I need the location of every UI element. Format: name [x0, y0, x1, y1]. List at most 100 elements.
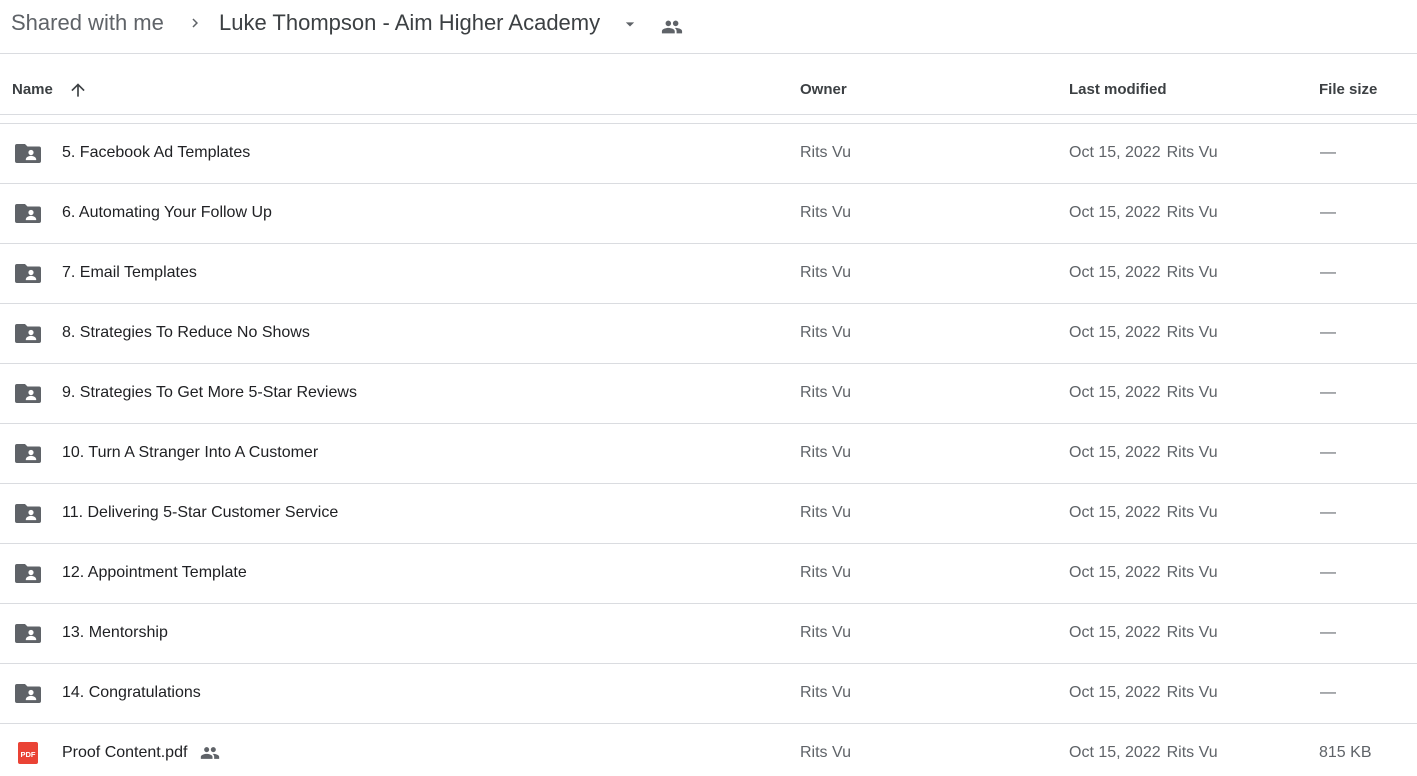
file-last-modified: Oct 15, 2022 Rits Vu [1069, 684, 1218, 702]
modified-date: Oct 15, 2022 [1069, 144, 1161, 161]
table-row[interactable]: 6. Automating Your Follow Up Rits Vu Oct 1… [0, 184, 1417, 244]
file-last-modified: Oct 15, 2022 Rits Vu [1069, 444, 1218, 462]
modified-by: Rits Vu [1166, 444, 1218, 461]
modified-date: Oct 15, 2022 [1069, 504, 1161, 521]
shared-folder-icon [15, 141, 41, 165]
file-name[interactable]: 12. Appointment Template [62, 564, 247, 582]
table-row[interactable]: 10. Turn A Stranger Into A Customer Rits … [0, 424, 1417, 484]
modified-date: Oct 15, 2022 [1069, 264, 1161, 281]
people-icon [661, 20, 683, 34]
modified-date: Oct 15, 2022 [1069, 684, 1161, 701]
modified-date: Oct 15, 2022 [1069, 744, 1161, 761]
file-name[interactable]: 10. Turn A Stranger Into A Customer [62, 444, 318, 462]
file-owner: Rits Vu [800, 744, 851, 761]
file-last-modified: Oct 15, 2022 Rits Vu [1069, 384, 1218, 402]
file-owner: Rits Vu [800, 624, 851, 641]
table-row[interactable]: 11. Delivering 5-Star Customer Service Ri… [0, 484, 1417, 544]
modified-date: Oct 15, 2022 [1069, 204, 1161, 221]
file-size: — [1320, 684, 1336, 701]
file-list: 5. Facebook Ad Templates Rits Vu Oct 15, 2… [0, 124, 1417, 776]
file-name[interactable]: 13. Mentorship [62, 624, 168, 642]
file-last-modified: Oct 15, 2022 Rits Vu [1069, 144, 1218, 162]
breadcrumb: Shared with me Luke Thompson - Aim Highe… [0, 0, 1417, 54]
file-last-modified: Oct 15, 2022 Rits Vu [1069, 504, 1218, 522]
modified-by: Rits Vu [1166, 264, 1218, 281]
table-row[interactable]: 14. Congratulations Rits Vu Oct 15, 2022 Ri… [0, 664, 1417, 724]
file-size: — [1320, 264, 1336, 281]
arrow-up-icon[interactable] [68, 80, 88, 100]
file-size: — [1320, 504, 1336, 521]
modified-date: Oct 15, 2022 [1069, 324, 1161, 341]
file-name[interactable]: 5. Facebook Ad Templates [62, 144, 250, 162]
file-name[interactable]: 7. Email Templates [62, 264, 197, 282]
pdf-badge-label: PDF [21, 750, 36, 759]
file-size: — [1320, 624, 1336, 641]
file-size: — [1320, 144, 1336, 161]
file-name[interactable]: 11. Delivering 5-Star Customer Service [62, 504, 338, 522]
file-size: — [1320, 204, 1336, 221]
drive-file-list-page: Shared with me Luke Thompson - Aim Highe… [0, 0, 1417, 776]
modified-by: Rits Vu [1166, 744, 1218, 761]
table-row[interactable]: PDF Proof Content.pdf Rits Vu Oct 15, 2022 R… [0, 724, 1417, 776]
file-owner: Rits Vu [800, 564, 851, 581]
shared-folder-icon [15, 561, 41, 585]
modified-by: Rits Vu [1166, 384, 1218, 401]
file-last-modified: Oct 15, 2022 Rits Vu [1069, 264, 1218, 282]
shared-folder-icon [15, 681, 41, 705]
file-owner: Rits Vu [800, 264, 851, 281]
table-row[interactable]: 13. Mentorship Rits Vu Oct 15, 2022 Rits Vu… [0, 604, 1417, 664]
shared-folder-icon [15, 201, 41, 225]
modified-by: Rits Vu [1166, 624, 1218, 641]
chevron-right-icon [192, 18, 198, 28]
file-owner: Rits Vu [800, 444, 851, 461]
modified-by: Rits Vu [1166, 204, 1218, 221]
table-row[interactable]: 7. Email Templates Rits Vu Oct 15, 2022 Rit… [0, 244, 1417, 304]
table-row[interactable]: 5. Facebook Ad Templates Rits Vu Oct 15, 2… [0, 124, 1417, 184]
caret-down-icon[interactable] [620, 14, 640, 34]
shared-folder-icon [15, 321, 41, 345]
file-last-modified: Oct 15, 2022 Rits Vu [1069, 324, 1218, 342]
pdf-icon: PDF [15, 741, 41, 765]
table-row[interactable]: 12. Appointment Template Rits Vu Oct 15, 2… [0, 544, 1417, 604]
table-row[interactable]: 9. Strategies To Get More 5-Star Reviews… [0, 364, 1417, 424]
breadcrumb-current-folder[interactable]: Luke Thompson - Aim Higher Academy [219, 9, 600, 37]
people-icon [199, 743, 221, 763]
modified-by: Rits Vu [1166, 564, 1218, 581]
modified-date: Oct 15, 2022 [1069, 444, 1161, 461]
shared-folder-icon [15, 621, 41, 645]
modified-date: Oct 15, 2022 [1069, 384, 1161, 401]
file-name[interactable]: 6. Automating Your Follow Up [62, 204, 272, 222]
file-name[interactable]: 9. Strategies To Get More 5-Star Reviews [62, 384, 357, 402]
file-last-modified: Oct 15, 2022 Rits Vu [1069, 564, 1218, 582]
file-name[interactable]: Proof Content.pdf [62, 744, 187, 762]
column-owner-header: Owner [800, 81, 847, 98]
shared-folder-icon [15, 441, 41, 465]
shared-folder-icon [15, 381, 41, 405]
file-size: 815 KB [1319, 744, 1372, 761]
file-owner: Rits Vu [800, 204, 851, 221]
file-size: — [1320, 564, 1336, 581]
modified-by: Rits Vu [1166, 684, 1218, 701]
file-name[interactable]: 8. Strategies To Reduce No Shows [62, 324, 310, 342]
file-size: — [1320, 444, 1336, 461]
breadcrumb-shared-with-me[interactable]: Shared with me [11, 9, 164, 37]
column-last-modified-header[interactable]: Last modified [1069, 81, 1167, 98]
shared-folder-icon [15, 501, 41, 525]
modified-date: Oct 15, 2022 [1069, 624, 1161, 641]
file-size: — [1320, 384, 1336, 401]
column-header: Name Owner Last modified File size [0, 55, 1417, 115]
file-name[interactable]: 14. Congratulations [62, 684, 201, 702]
modified-by: Rits Vu [1166, 504, 1218, 521]
table-row[interactable]: 8. Strategies To Reduce No Shows Rits Vu O… [0, 304, 1417, 364]
file-size: — [1320, 324, 1336, 341]
file-owner: Rits Vu [800, 384, 851, 401]
file-owner: Rits Vu [800, 324, 851, 341]
file-last-modified: Oct 15, 2022 Rits Vu [1069, 744, 1218, 762]
modified-by: Rits Vu [1166, 144, 1218, 161]
modified-by: Rits Vu [1166, 324, 1218, 341]
file-last-modified: Oct 15, 2022 Rits Vu [1069, 204, 1218, 222]
file-last-modified: Oct 15, 2022 Rits Vu [1069, 624, 1218, 642]
column-name-header[interactable]: Name [12, 81, 53, 98]
column-file-size-header[interactable]: File size [1319, 81, 1377, 98]
shared-folder-icon [15, 261, 41, 285]
